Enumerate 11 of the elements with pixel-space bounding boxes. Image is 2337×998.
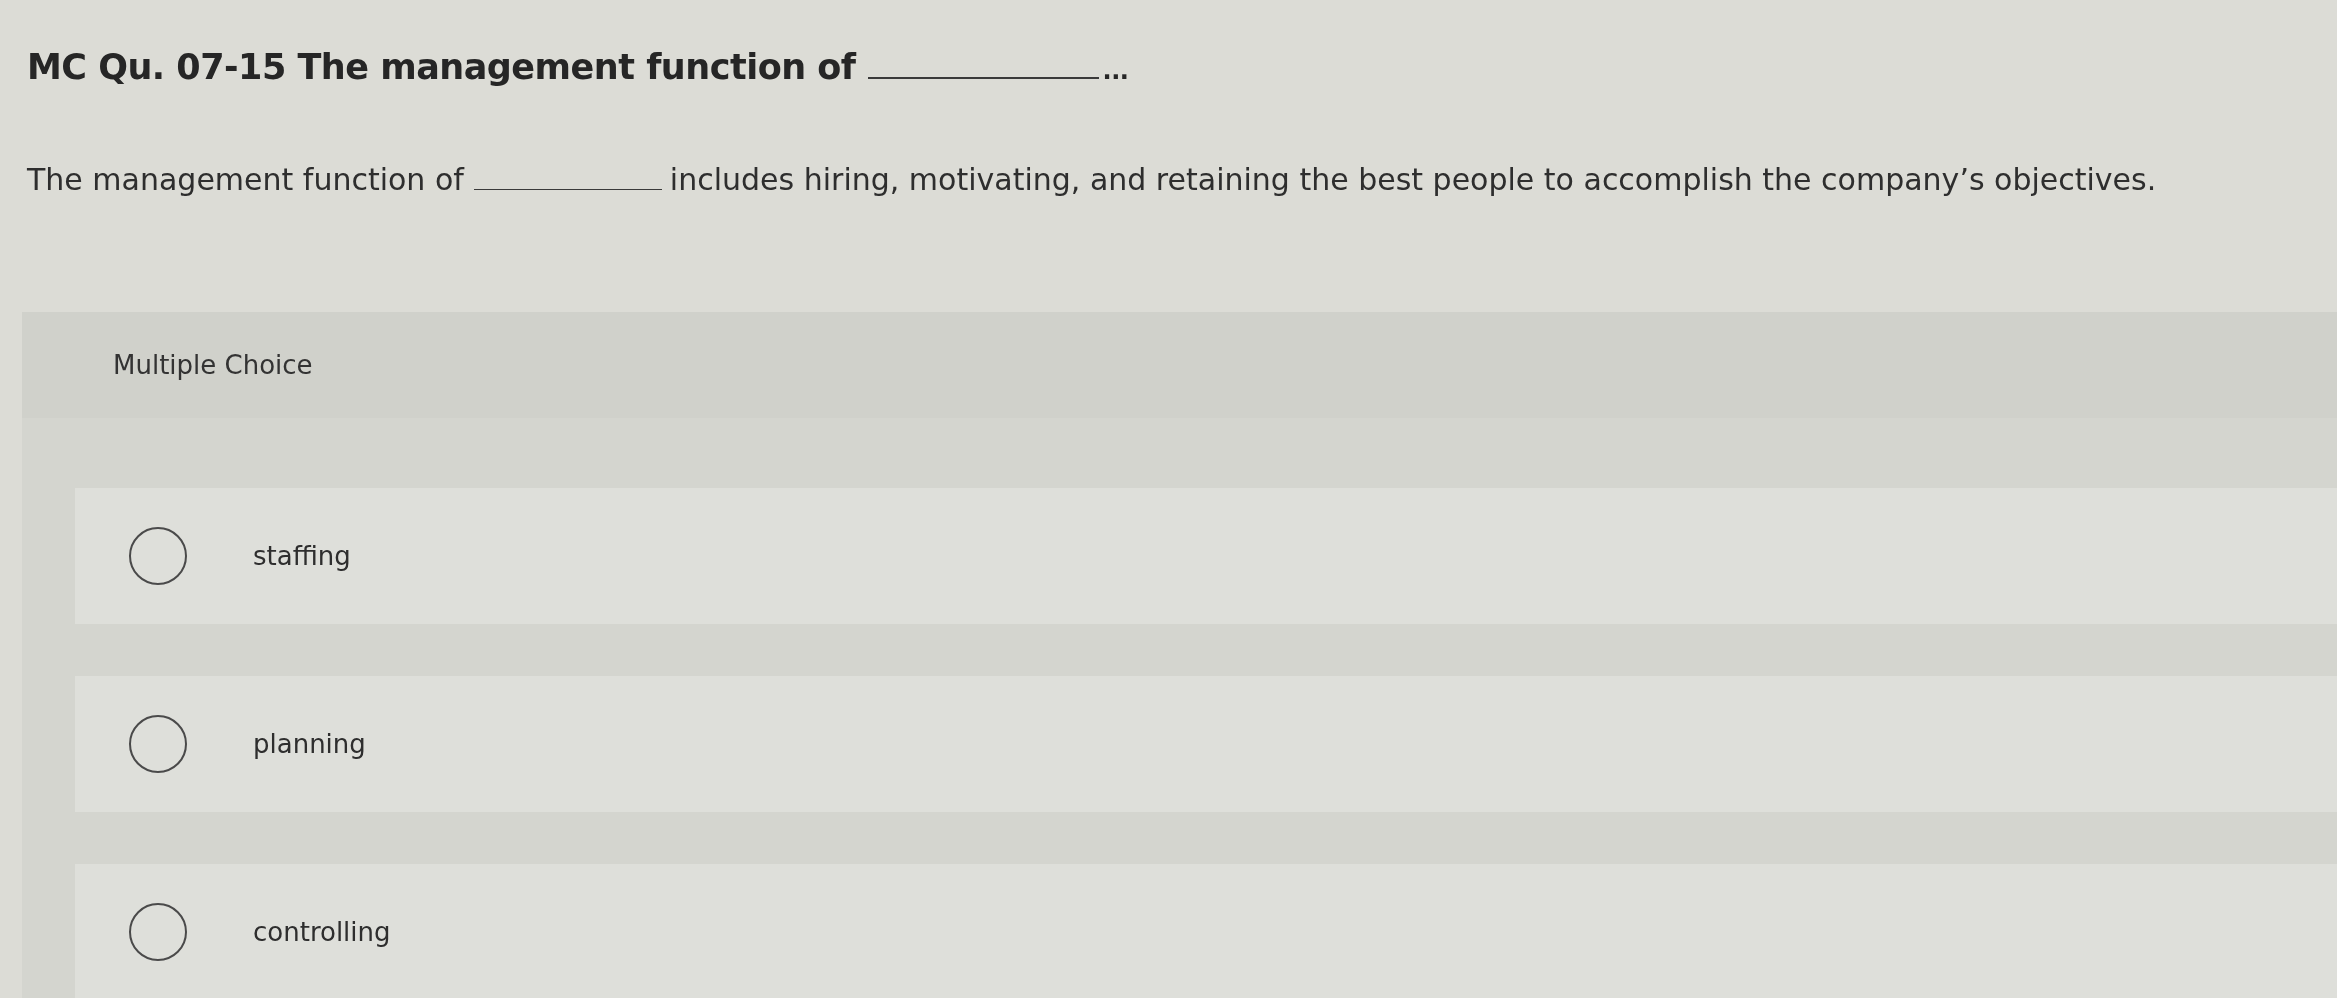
section-header: Multiple Choice (22, 312, 2337, 418)
prompt-text: includes hiring, motivating, and retaining the best people to accomplish the company’s objectives. (669, 162, 2157, 197)
radio-button[interactable] (129, 715, 187, 773)
prompt-text: The management function of (27, 162, 464, 197)
radio-button[interactable] (129, 527, 187, 585)
question-title: MC Qu. 07-15 The management function of (27, 47, 856, 87)
answer-option[interactable]: planning (75, 676, 2337, 812)
radio-button[interactable] (129, 903, 187, 961)
ellipsis-text: ... (1102, 57, 1129, 85)
answer-option[interactable]: staffing (75, 488, 2337, 624)
answer-option[interactable]: controlling (75, 864, 2337, 998)
